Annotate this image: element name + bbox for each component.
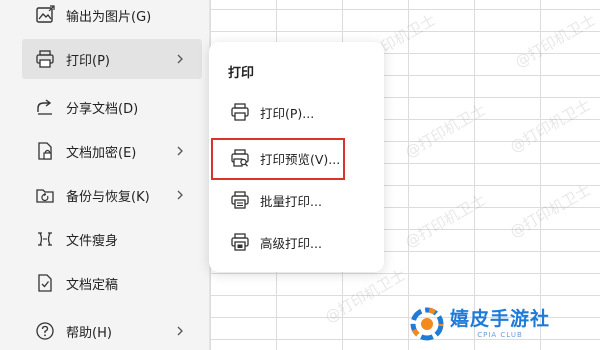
brand-mark-icon — [410, 307, 444, 341]
menu-item-file-slim[interactable]: 文件瘦身 — [22, 219, 202, 259]
backup-icon — [34, 184, 56, 206]
chevron-right-icon — [174, 189, 186, 201]
submenu-item-print[interactable]: 打印(P)... — [219, 92, 369, 132]
brand-subtitle: CPIA CLUB — [477, 330, 523, 339]
menu-item-label: 打印(P) — [66, 53, 110, 69]
brand-name: 嬉皮手游社 — [450, 307, 551, 330]
menu-item-encrypt[interactable]: 文档加密(E) — [22, 131, 202, 171]
menu-item-label: 文档定稿 — [66, 277, 119, 293]
image-export-icon — [34, 4, 56, 26]
printer-icon — [34, 48, 56, 70]
menu-item-help[interactable]: 帮助(H) — [22, 311, 202, 350]
menu-item-label: 文档加密(E) — [66, 145, 137, 161]
submenu-title: 打印 — [228, 66, 255, 81]
menu-item-label: 分享文档(D) — [66, 101, 139, 117]
brand-logo: 嬉皮手游社 CPIA CLUB — [410, 306, 580, 342]
submenu-item-label: 打印(P)... — [260, 105, 315, 121]
menu-item-label: 输出为图片(G) — [66, 9, 152, 25]
advanced-print-icon — [229, 231, 251, 253]
share-icon — [34, 96, 56, 118]
chevron-right-icon — [174, 325, 186, 337]
document-finalize-icon — [34, 272, 56, 294]
document-lock-icon — [34, 140, 56, 162]
submenu-item-label: 批量打印... — [260, 193, 322, 209]
menu-item-label: 文件瘦身 — [66, 233, 119, 249]
menu-item-label: 备份与恢复(K) — [66, 189, 150, 205]
batch-print-icon — [229, 189, 251, 211]
file-menu: 输出为图片(G) 打印(P) 分享文档(D) 文档加密(E) 备份与恢复(K) — [0, 0, 210, 350]
menu-item-backup[interactable]: 备份与恢复(K) — [22, 175, 202, 215]
chevron-right-icon — [174, 145, 186, 157]
submenu-item-label: 高级打印... — [260, 235, 322, 251]
help-icon — [34, 320, 56, 342]
menu-item-print[interactable]: 打印(P) — [22, 39, 202, 79]
submenu-item-advanced-print[interactable]: 高级打印... — [219, 222, 369, 262]
menu-item-export-image[interactable]: 输出为图片(G) — [22, 0, 202, 35]
menu-item-label: 帮助(H) — [66, 325, 112, 341]
chevron-right-icon — [174, 53, 186, 65]
printer-icon — [229, 101, 251, 123]
menu-item-share[interactable]: 分享文档(D) — [22, 87, 202, 127]
menu-item-finalize[interactable]: 文档定稿 — [22, 263, 202, 303]
file-slim-icon — [34, 228, 56, 250]
highlight-box — [211, 138, 345, 180]
submenu-item-batch-print[interactable]: 批量打印... — [219, 180, 369, 220]
